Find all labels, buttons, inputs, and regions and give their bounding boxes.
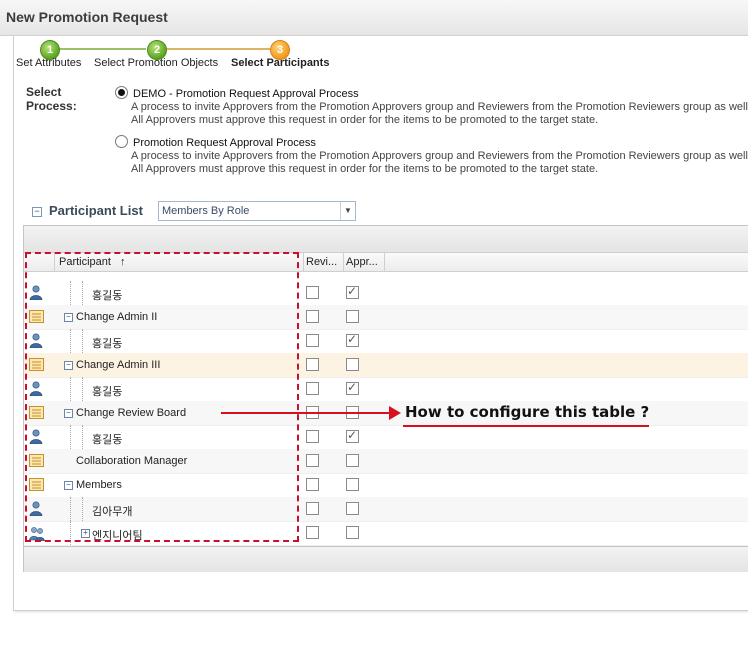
- annotation-arrow-head: [389, 406, 401, 420]
- approver-checkbox[interactable]: [346, 284, 359, 299]
- wizard-step-2-label[interactable]: Select Promotion Objects: [94, 57, 218, 69]
- table-footer: [24, 546, 748, 572]
- window-title: New Promotion Request: [6, 9, 168, 25]
- process-desc-standard-line2: All Approvers must approve this request …: [131, 163, 599, 175]
- reviewer-checkbox[interactable]: [306, 310, 319, 323]
- approver-checkbox[interactable]: [346, 526, 359, 539]
- reviewer-checkbox[interactable]: [306, 382, 319, 395]
- reviewer-checkbox[interactable]: [306, 526, 319, 539]
- process-desc-demo-line1: A process to invite Approvers from the P…: [131, 101, 748, 113]
- process-name-demo[interactable]: DEMO - Promotion Request Approval Proces…: [133, 88, 359, 100]
- process-desc-standard-line1: A process to invite Approvers from the P…: [131, 150, 748, 162]
- process-radio-demo[interactable]: [115, 86, 128, 99]
- approver-checkbox[interactable]: [346, 428, 359, 443]
- reviewer-checkbox[interactable]: [306, 430, 319, 443]
- header-approver[interactable]: Appr...: [344, 253, 385, 271]
- participant-view-value: Members By Role: [162, 205, 250, 217]
- process-name-standard[interactable]: Promotion Request Approval Process: [133, 137, 316, 149]
- reviewer-checkbox[interactable]: [306, 454, 319, 467]
- select-process-label: Select Process:: [26, 85, 77, 113]
- chevron-down-icon[interactable]: ▼: [340, 202, 355, 220]
- wizard-steps: 1 Set Attributes 2 Select Promotion Obje…: [0, 38, 748, 74]
- table-toolbar: [24, 226, 748, 253]
- process-desc-demo-line2: All Approvers must approve this request …: [131, 114, 599, 126]
- participant-view-select[interactable]: Members By Role ▼: [158, 201, 356, 221]
- process-radio-standard[interactable]: [115, 135, 128, 148]
- reviewer-checkbox[interactable]: [306, 334, 319, 347]
- approver-checkbox[interactable]: [346, 358, 359, 371]
- approver-checkbox[interactable]: [346, 454, 359, 467]
- approver-checkbox[interactable]: [346, 478, 359, 491]
- window-titlebar: New Promotion Request: [0, 0, 748, 36]
- approver-checkbox[interactable]: [346, 332, 359, 347]
- reviewer-checkbox[interactable]: [306, 478, 319, 491]
- approver-checkbox[interactable]: [346, 380, 359, 395]
- header-reviewer[interactable]: Revi...: [304, 253, 344, 271]
- reviewer-checkbox[interactable]: [306, 286, 319, 299]
- wizard-step-3-label[interactable]: Select Participants: [231, 57, 329, 69]
- reviewer-checkbox[interactable]: [306, 358, 319, 371]
- wizard-connector: [58, 48, 146, 50]
- reviewer-checkbox[interactable]: [306, 502, 319, 515]
- annotation-arrow-line: [221, 412, 391, 414]
- collapse-participant-list-icon[interactable]: −: [32, 207, 42, 217]
- wizard-step-1-label[interactable]: Set Attributes: [16, 57, 81, 69]
- annotation-text: How to configure this table ?: [405, 403, 650, 421]
- wizard-connector: [166, 48, 270, 50]
- participant-list-title: Participant List: [49, 203, 143, 218]
- approver-checkbox[interactable]: [346, 502, 359, 515]
- annotation-highlight-box: [25, 252, 299, 542]
- approver-checkbox[interactable]: [346, 310, 359, 323]
- annotation-underline: [403, 425, 649, 427]
